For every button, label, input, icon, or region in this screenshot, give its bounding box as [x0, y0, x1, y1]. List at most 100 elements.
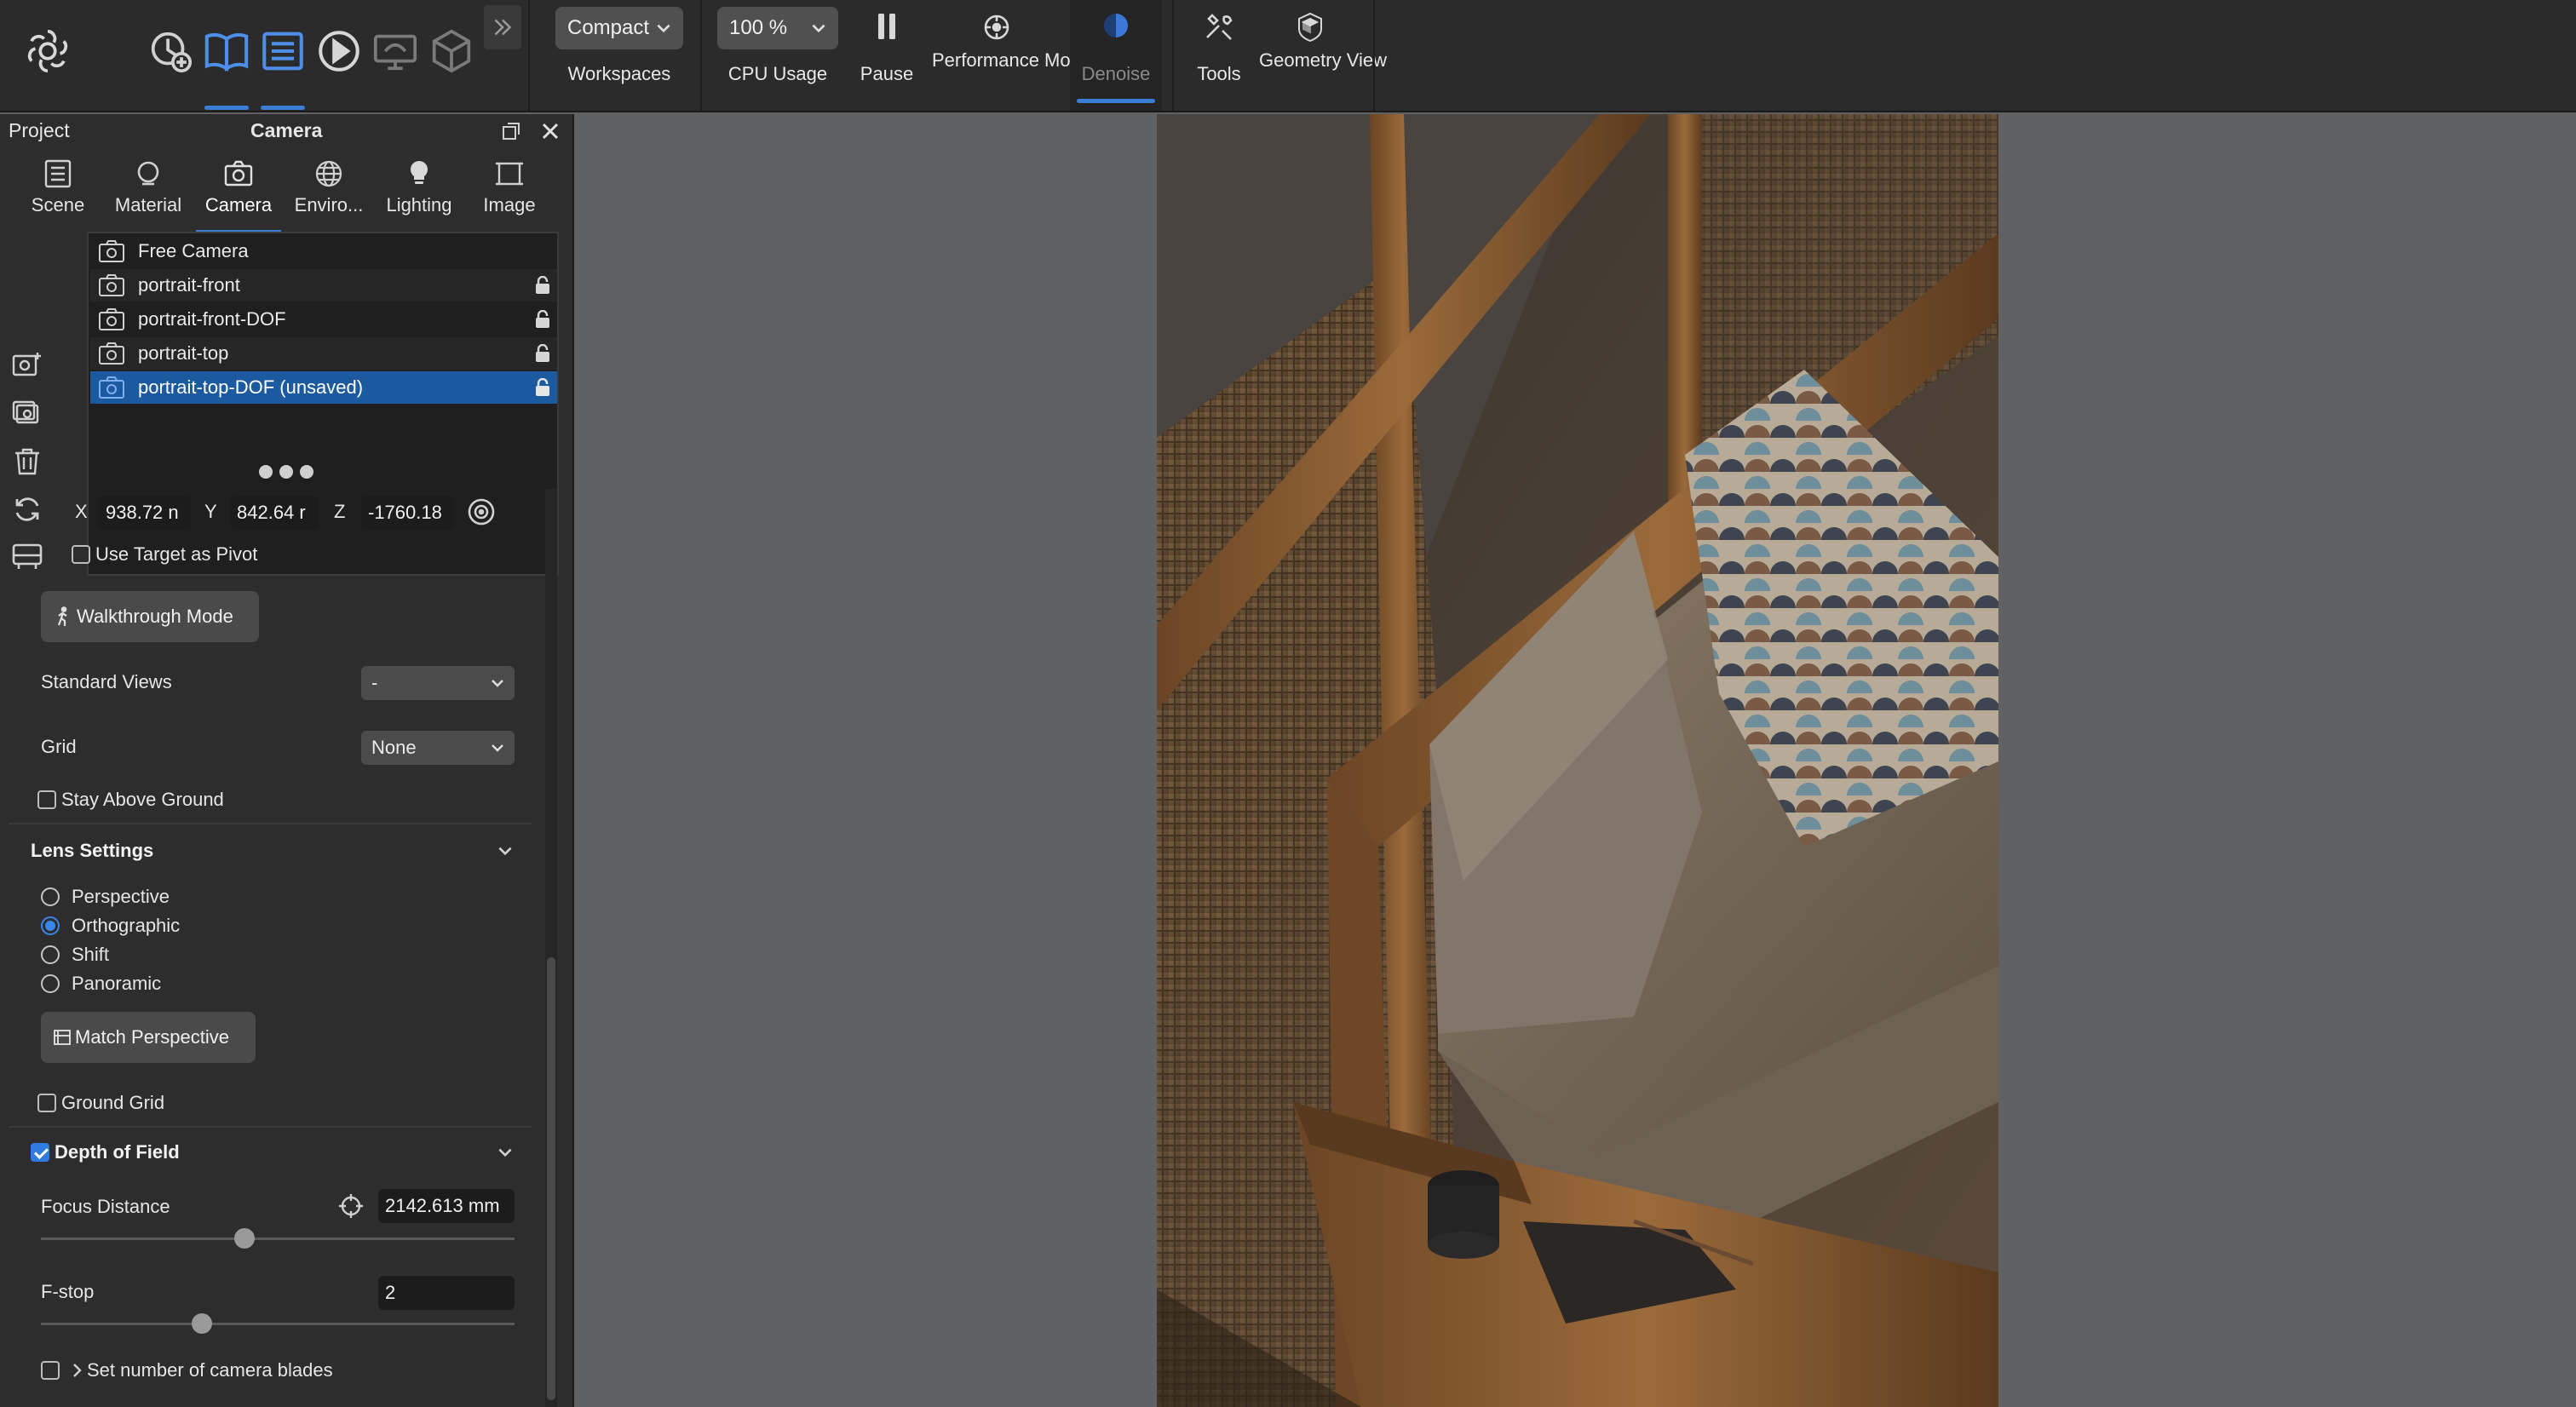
library-book-icon[interactable]	[199, 24, 254, 78]
camera-item-portrait-front[interactable]: portrait-front	[90, 269, 557, 302]
camera-blades-checkbox[interactable]	[41, 1361, 60, 1380]
top-toolbar: Compact Workspaces 100 % CPU Usage Pause…	[0, 0, 2576, 112]
camera-item-label: portrait-top-DOF (unsaved)	[138, 371, 363, 404]
camera-item-label: portrait-front	[138, 269, 240, 302]
chevron-right-icon[interactable]	[70, 1361, 85, 1380]
walkthrough-mode-button[interactable]: Walkthrough Mode	[41, 591, 259, 642]
denoise-label: Denoise	[1070, 63, 1162, 85]
chevron-down-icon[interactable]	[496, 841, 515, 860]
lens-shift-radio[interactable]	[41, 945, 60, 964]
lock-icon[interactable]	[533, 344, 552, 363]
position-y-field[interactable]: 842.64 r	[230, 496, 319, 530]
keyshot-web-icon[interactable]	[368, 24, 423, 78]
depth-of-field-checkbox[interactable]	[31, 1143, 49, 1162]
focus-pick-crosshair-icon[interactable]	[337, 1192, 365, 1220]
fstop-slider-knob[interactable]	[192, 1313, 212, 1334]
tools-button[interactable]: Tools	[1186, 0, 1252, 111]
use-target-pivot-checkbox[interactable]	[72, 545, 90, 564]
use-target-pivot-label: Use Target as Pivot	[95, 543, 257, 566]
position-z-label: Z	[334, 501, 345, 523]
project-list-icon[interactable]	[256, 24, 310, 78]
close-panel-icon[interactable]	[540, 121, 561, 141]
focus-distance-slider[interactable]	[41, 1238, 515, 1240]
tab-material[interactable]: Material	[106, 152, 191, 233]
scrollbar-thumb[interactable]	[547, 957, 555, 1400]
more-tools-chevron-icon[interactable]	[484, 5, 521, 49]
popout-window-icon[interactable]	[501, 121, 521, 141]
save-camera-icon[interactable]	[10, 540, 44, 574]
ground-grid-checkbox[interactable]	[37, 1094, 56, 1112]
performance-mode-icon	[980, 10, 1014, 44]
geometry-view-label: Geometry View	[1259, 49, 1361, 72]
denoise-button[interactable]: Denoise	[1070, 0, 1162, 111]
camera-item-free-camera[interactable]: Free Camera	[90, 235, 557, 267]
chevron-down-icon[interactable]	[496, 1143, 515, 1162]
cpu-usage-label: CPU Usage	[717, 63, 838, 85]
keyvr-cube-icon[interactable]	[424, 24, 479, 78]
fstop-field[interactable]: 2	[378, 1276, 515, 1310]
panel-tabs: Scene Material Camera Enviro... Lighting…	[0, 152, 574, 233]
handle-dot	[279, 465, 293, 479]
workspace-select[interactable]: Compact	[555, 7, 683, 49]
lock-icon[interactable]	[533, 310, 552, 329]
camera-item-label: Free Camera	[138, 235, 249, 267]
stay-above-ground-checkbox[interactable]	[37, 790, 56, 809]
cpu-usage-select[interactable]: 100 %	[717, 7, 838, 49]
panel-project-label[interactable]: Project	[9, 119, 70, 142]
workspace-select-value: Compact	[567, 16, 649, 39]
render-viewport[interactable]	[1157, 114, 1998, 1407]
keyshot-logo-icon[interactable]	[20, 24, 75, 78]
lock-icon[interactable]	[533, 378, 552, 397]
camera-item-portrait-top-dof[interactable]: portrait-top-DOF (unsaved)	[90, 371, 557, 404]
standard-views-value: -	[371, 672, 377, 693]
project-active-indicator	[261, 106, 305, 110]
lock-icon[interactable]	[533, 276, 552, 295]
lens-perspective-radio[interactable]	[41, 887, 60, 906]
camera-item-portrait-top[interactable]: portrait-top	[90, 337, 557, 370]
cpu-usage-value: 100 %	[729, 16, 787, 39]
camera-icon	[99, 376, 124, 399]
tab-camera[interactable]: Camera	[196, 152, 281, 233]
panel-header: Project Camera	[0, 114, 574, 148]
camera-item-label: portrait-front-DOF	[138, 303, 286, 336]
tab-scene-label: Scene	[15, 194, 101, 216]
add-camera-icon[interactable]	[10, 349, 44, 383]
target-pick-icon[interactable]	[467, 497, 496, 526]
duplicate-camera-icon[interactable]	[10, 397, 44, 431]
tab-environment[interactable]: Enviro...	[286, 152, 371, 233]
standard-views-select[interactable]: -	[361, 666, 515, 700]
geometry-view-button[interactable]: Geometry View	[1259, 0, 1361, 111]
import-add-icon[interactable]	[143, 24, 198, 78]
depth-of-field-title[interactable]: Depth of Field	[55, 1141, 180, 1163]
fstop-slider[interactable]	[41, 1323, 515, 1325]
position-z-field[interactable]: -1760.18	[361, 496, 453, 530]
tab-lighting-label: Lighting	[377, 194, 462, 216]
position-x-field[interactable]: 938.72 n	[99, 496, 191, 530]
chevron-down-icon	[489, 739, 506, 756]
lens-settings-title[interactable]: Lens Settings	[31, 840, 153, 862]
pause-button[interactable]: Pause	[848, 0, 925, 111]
lens-orthographic-radio[interactable]	[41, 916, 60, 935]
focus-distance-slider-knob[interactable]	[234, 1228, 255, 1249]
rendered-interior-scene-image	[1157, 114, 1998, 1407]
tab-lighting[interactable]: Lighting	[377, 152, 462, 233]
camera-item-portrait-front-dof[interactable]: portrait-front-DOF	[90, 303, 557, 336]
reset-camera-icon[interactable]	[10, 492, 44, 526]
section-divider	[9, 823, 532, 824]
fstop-label: F-stop	[41, 1281, 94, 1303]
tab-image[interactable]: Image	[467, 152, 552, 233]
camera-icon	[99, 274, 124, 296]
panel-scrollbar[interactable]	[545, 489, 557, 1407]
focus-distance-label: Focus Distance	[41, 1196, 170, 1218]
standard-views-label: Standard Views	[41, 671, 172, 693]
lens-panoramic-radio[interactable]	[41, 974, 60, 993]
animation-play-icon[interactable]	[312, 24, 366, 78]
tab-scene[interactable]: Scene	[15, 152, 101, 233]
stay-above-ground-label: Stay Above Ground	[61, 789, 224, 811]
grid-select[interactable]: None	[361, 731, 515, 765]
performance-mode-button[interactable]: Performance Mode	[932, 0, 1061, 111]
lens-orthographic-label: Orthographic	[72, 915, 180, 937]
match-perspective-button[interactable]: Match Perspective	[41, 1012, 256, 1063]
delete-camera-icon[interactable]	[10, 445, 44, 479]
focus-distance-field[interactable]: 2142.613 mm	[378, 1189, 515, 1223]
